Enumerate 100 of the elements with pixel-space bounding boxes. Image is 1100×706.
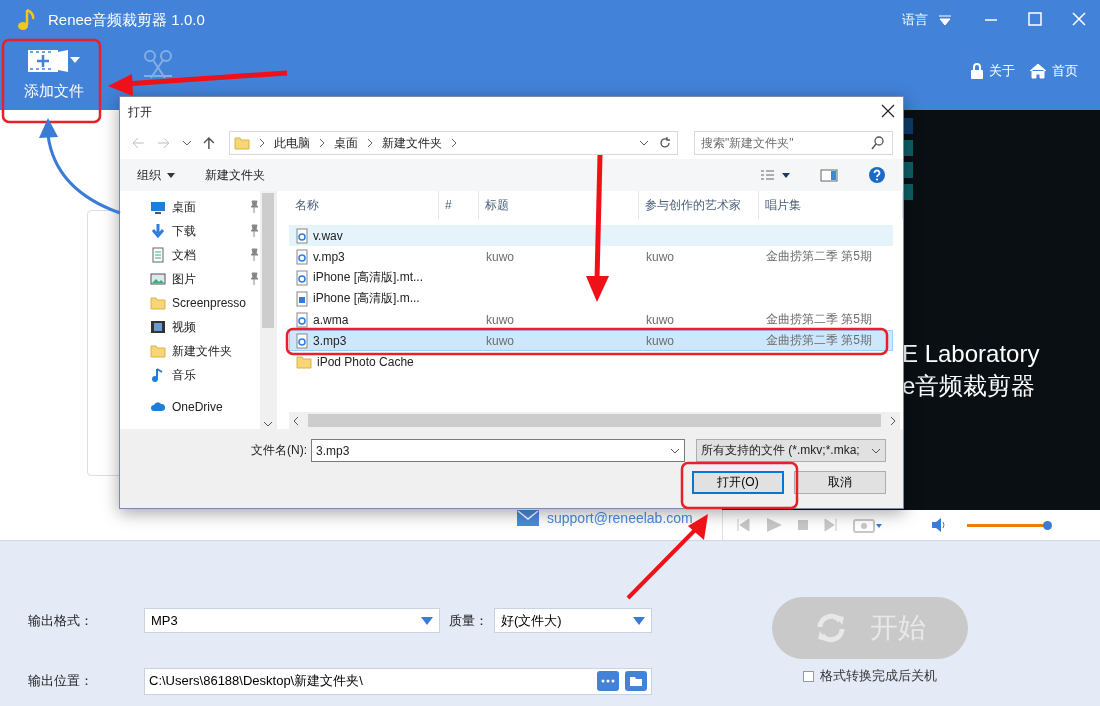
open-button[interactable]: 打开(O) [692,471,784,494]
close-icon [1072,12,1086,28]
location-label: 输出位置： [28,672,94,691]
file-name-cell: v.wav [290,227,440,244]
audio-file-icon [296,227,308,244]
column-header[interactable]: 名称 [289,191,439,219]
minimize-icon [984,19,998,21]
monitor-icon [150,199,166,215]
breadcrumb-item[interactable]: 新建文件夹 [382,134,443,152]
dialog-title: 打开 [128,103,152,121]
help-icon [868,166,886,184]
cancel-button[interactable]: 取消 [794,471,886,494]
filename-label: 文件名(N): [251,442,307,459]
artist-cell-text: kuwo [645,249,675,264]
dots-icon [601,679,615,684]
scrollbar-thumb[interactable] [308,414,881,427]
column-header[interactable]: # [439,191,479,219]
file-row[interactable]: iPhone [高清版].m... [289,288,893,309]
file-name-cell: 3.mp3 [290,332,440,349]
shutdown-checkbox[interactable]: 格式转换完成后关机 [803,667,937,685]
lock-icon [970,63,984,79]
nav-pane-item[interactable]: 文档 [150,243,260,267]
audio-file-icon [296,269,308,286]
nav-pane-item[interactable]: 桌面 [150,195,260,219]
column-header[interactable]: 参与创作的艺术家 [639,191,759,219]
file-row[interactable]: v.wav [289,225,893,246]
search-icon [870,135,886,151]
audio-file-icon [296,311,308,328]
add-file-button[interactable]: 添加文件 [10,48,98,101]
dropdown-icon [938,14,952,26]
scrollbar-thumb[interactable] [262,192,274,328]
file-type-select[interactable]: 所有支持的文件 (*.mkv;*.mka; [696,439,886,462]
file-name-cell: v.mp3 [290,248,440,265]
output-path-field[interactable]: C:\Users\86188\Desktop\新建文件夹\ [144,667,652,695]
document-icon [150,247,166,263]
nav-pane-item[interactable]: 下载 [150,219,260,243]
file-row[interactable]: a.wma kuwo kuwo 金曲捞第二季 第5期 [289,309,893,330]
home-link[interactable]: 首页 [1029,62,1078,80]
quality-select[interactable]: 好(文件大) [494,608,652,634]
refresh-icon [657,135,673,151]
maximize-icon [1028,12,1042,28]
toolbar-command[interactable]: 新建文件夹 [205,166,265,184]
artist-cell-text: kuwo [645,333,675,348]
window-title: Renee音频裁剪器 1.0.0 [48,10,206,30]
nav-pane-item[interactable]: 图片 [150,267,260,291]
caret-icon [167,172,175,178]
pin-icon [248,271,260,287]
download-icon [150,223,166,239]
format-label: 输出格式： [28,611,94,630]
language-menu[interactable]: 语言 [902,11,928,29]
file-name-cell: iPhone [高清版].m... [290,290,440,307]
previous-icon [735,517,751,533]
next-icon [823,517,839,533]
breadcrumb-item[interactable]: 此电脑 [274,134,311,152]
forward-arrow-icon [155,135,172,151]
banner-text: E Laboratory [902,339,1041,369]
stop-icon [797,517,809,533]
about-link[interactable]: 关于 [970,62,1015,80]
nav-pane-item[interactable]: 新建文件夹 [150,339,260,363]
open-folder-button[interactable] [625,671,647,692]
file-row[interactable]: iPhone [高清版].mt... [289,267,893,288]
file-row[interactable]: 3.mp3 kuwo kuwo 金曲捞第二季 第5期 [289,330,893,351]
file-row[interactable]: iPod Photo Cache [289,351,893,372]
nav-pane-item[interactable]: OneDrive [150,395,260,419]
nav-pane-item[interactable]: 视频 [150,315,260,339]
address-bar[interactable]: 此电脑 桌面 新建文件夹 [229,131,678,155]
preview-pane-icon [820,167,838,183]
file-row[interactable]: v.mp3 kuwo kuwo 金曲捞第二季 第5期 [289,246,893,267]
home-icon [1029,63,1047,79]
album-cell-text: 金曲捞第二季 第5期 [765,311,873,328]
column-header[interactable]: 标题 [479,191,639,219]
title-cell-text: kuwo [485,333,515,348]
chevron-down-icon [871,447,881,454]
breadcrumb-item[interactable]: 桌面 [334,134,359,152]
chevron-down-icon [670,447,680,454]
search-field[interactable]: 搜索"新建文件夹" [694,131,893,155]
file-name-cell: a.wma [290,311,440,328]
folder-icon [150,295,166,311]
more-button[interactable] [597,671,619,692]
play-icon [765,517,783,533]
view-options-icon [760,167,790,183]
speaker-icon [931,517,947,533]
folder-icon [629,675,643,688]
picture-icon [150,271,166,287]
format-select[interactable]: MP3 [144,608,440,634]
audio-file-icon [296,332,308,349]
column-header[interactable]: 唱片集 [759,191,903,219]
close-icon [881,104,895,120]
volume-slider[interactable] [967,523,1052,527]
file-name-cell: iPod Photo Cache [290,353,440,370]
chevron-down-icon [181,140,192,146]
nav-pane-item[interactable]: Screenpresso [150,291,260,315]
film-add-icon [28,48,80,74]
nav-pane-item[interactable]: 音乐 [150,363,260,387]
filename-field[interactable]: 3.mp3 [311,439,685,462]
toolbar-command[interactable]: 组织 [137,166,175,184]
camera-icon [853,517,883,533]
back-arrow-icon [130,135,146,151]
file-name-cell: iPhone [高清版].mt... [290,269,440,286]
chevron-down-icon [263,421,273,427]
